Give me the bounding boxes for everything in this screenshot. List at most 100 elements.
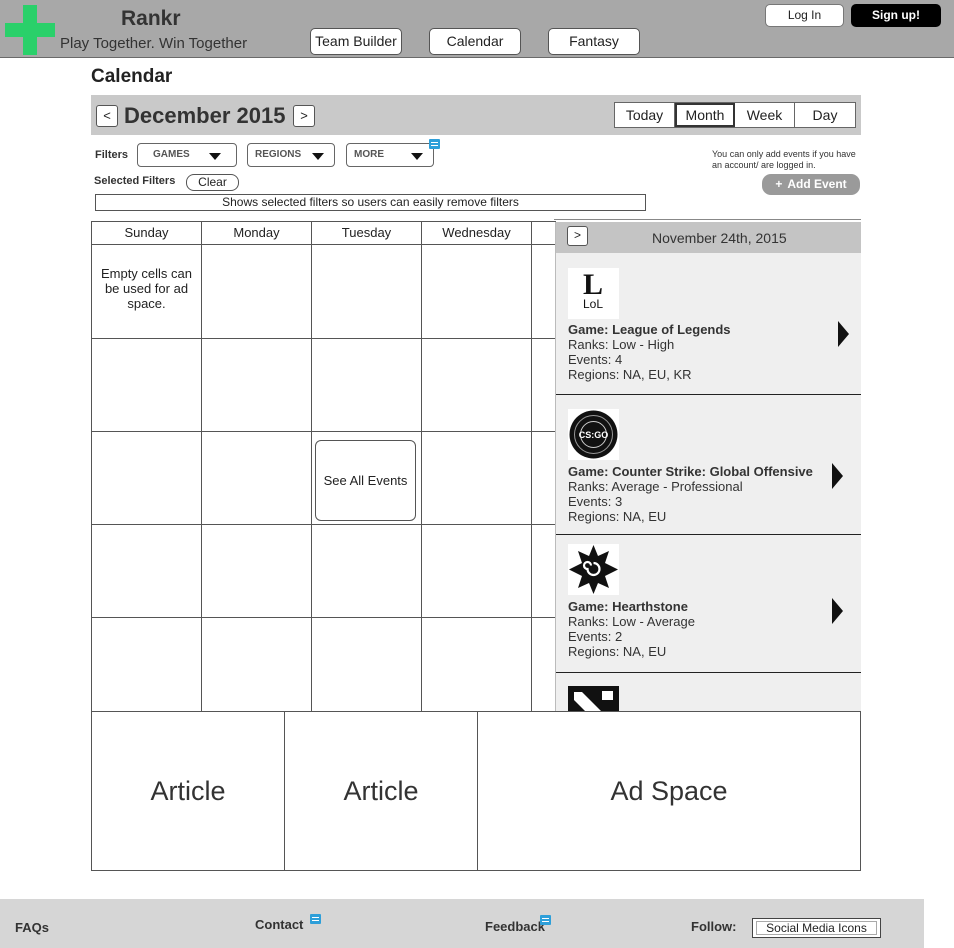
ad-space-tile[interactable]: Ad Space [477,711,861,871]
nav-team-builder-button[interactable]: Team Builder [310,28,402,55]
brand-name[interactable]: Rankr [121,7,181,31]
game-name: Game: League of Legends [568,322,731,337]
game-ranks: Ranks: Low - High [568,337,675,352]
nav-calendar-button[interactable]: Calendar [429,28,521,55]
game-event-details: Game: Counter Strike: Global Offensive R… [568,464,813,524]
calendar-cell[interactable] [311,244,422,339]
view-month-button[interactable]: Month [675,103,735,127]
selected-filters-label: Selected Filters [94,175,176,187]
view-week-button[interactable]: Week [735,103,795,127]
top-bar: Rankr Play Together. Win Together Team B… [0,0,954,58]
game-regions: Regions: NA, EU, KR [568,367,692,382]
dota-logo-icon [568,686,619,711]
game-name: Game: Hearthstone [568,599,688,614]
next-day-button[interactable]: > [567,226,588,246]
hearthstone-logo-icon [568,544,619,595]
games-dropdown[interactable]: GAMES [137,143,237,167]
day-events-panel: > November 24th, 2015 L LoL Game: League… [555,222,861,711]
calendar-cell[interactable] [421,244,532,339]
add-event-button[interactable]: + Add Event [762,174,860,195]
game-events-count: Events: 4 [568,352,623,367]
annotation-note-icon[interactable] [429,139,440,149]
expand-arrow-icon[interactable] [832,463,843,489]
divider [556,672,861,673]
feedback-link[interactable]: Feedback [485,919,545,934]
nav-fantasy-button[interactable]: Fantasy [548,28,640,55]
csgo-logo-text: CS:GO [579,430,609,440]
regions-dropdown[interactable]: REGIONS [247,143,335,167]
follow-label: Follow: [691,919,737,934]
signup-button[interactable]: Sign up! [851,4,941,27]
expand-arrow-icon[interactable] [838,321,849,347]
calendar-cell[interactable] [311,617,422,712]
game-regions: Regions: NA, EU [568,509,667,524]
contact-link[interactable]: Contact [255,917,303,932]
month-toolbar: < December 2015 > Today Month Week Day [91,95,861,135]
game-regions: Regions: NA, EU [568,644,667,659]
calendar-cell[interactable] [531,431,556,525]
annotation-note-icon[interactable] [540,915,551,925]
calendar-cell[interactable] [421,524,532,618]
footer: FAQs Contact Feedback Follow: Social Med… [0,899,924,948]
caret-down-icon [411,153,423,160]
faqs-link[interactable]: FAQs [15,920,49,935]
day-events-header: > November 24th, 2015 [556,222,861,253]
calendar-cell[interactable] [201,617,312,712]
day-header-sunday: Sunday [91,221,202,245]
calendar-cell[interactable] [531,244,556,339]
selected-filters-box[interactable]: Shows selected filters so users can easi… [95,194,646,211]
divider [556,394,861,395]
calendar-cell[interactable] [201,431,312,525]
game-events-count: Events: 3 [568,494,623,509]
logo-plus-icon[interactable] [5,5,55,55]
calendar-cell[interactable] [91,617,202,712]
more-dropdown[interactable]: MORE [346,143,434,167]
calendar-cell[interactable]: Empty cells can be used for ad space. [91,244,202,339]
calendar-cell[interactable] [201,244,312,339]
calendar-cell[interactable] [531,524,556,618]
calendar-cell[interactable] [201,524,312,618]
lol-logo-icon: L LoL [568,268,619,319]
filters-label: Filters [95,149,129,161]
social-media-icons[interactable]: Social Media Icons [752,918,881,938]
brand-tagline: Play Together. Win Together [60,35,248,52]
article-tile[interactable]: Article [91,711,285,871]
day-header-thursday [531,221,556,245]
calendar-cell[interactable] [311,524,422,618]
divider [556,534,861,535]
page-title: Calendar [91,66,173,87]
games-dropdown-label: GAMES [153,149,190,160]
view-switcher: Today Month Week Day [614,102,856,128]
login-button[interactable]: Log In [765,4,844,27]
prev-month-button[interactable]: < [96,105,118,127]
game-event-details: Game: Hearthstone Ranks: Low - Average E… [568,599,695,659]
caret-down-icon [312,153,324,160]
clear-filters-button[interactable]: Clear [186,174,239,191]
calendar-cell[interactable] [311,338,422,432]
expand-arrow-icon[interactable] [832,598,843,624]
calendar-cell[interactable] [421,338,532,432]
month-label: December 2015 [124,103,286,128]
calendar-cell[interactable] [421,431,532,525]
calendar-cell[interactable] [531,338,556,432]
calendar-cell[interactable] [201,338,312,432]
more-dropdown-label: MORE [354,149,384,160]
add-event-label: Add Event [787,177,847,191]
article-tile[interactable]: Article [284,711,478,871]
view-today-button[interactable]: Today [615,103,675,127]
calendar-cell[interactable] [91,524,202,618]
game-ranks: Ranks: Average - Professional [568,479,743,494]
calendar-cell[interactable] [91,431,202,525]
game-event-details: Game: League of Legends Ranks: Low - Hig… [568,322,731,382]
plus-icon: + [775,177,783,191]
add-event-info-note: You can only add events if you have an a… [712,149,856,170]
annotation-note-icon[interactable] [310,914,321,924]
see-all-events-button[interactable]: See All Events [315,440,416,521]
calendar-cell[interactable] [91,338,202,432]
calendar-cell[interactable] [421,617,532,712]
next-month-button[interactable]: > [293,105,315,127]
view-day-button[interactable]: Day [795,103,855,127]
divider [554,219,861,220]
game-ranks: Ranks: Low - Average [568,614,695,629]
calendar-cell[interactable] [531,617,556,712]
